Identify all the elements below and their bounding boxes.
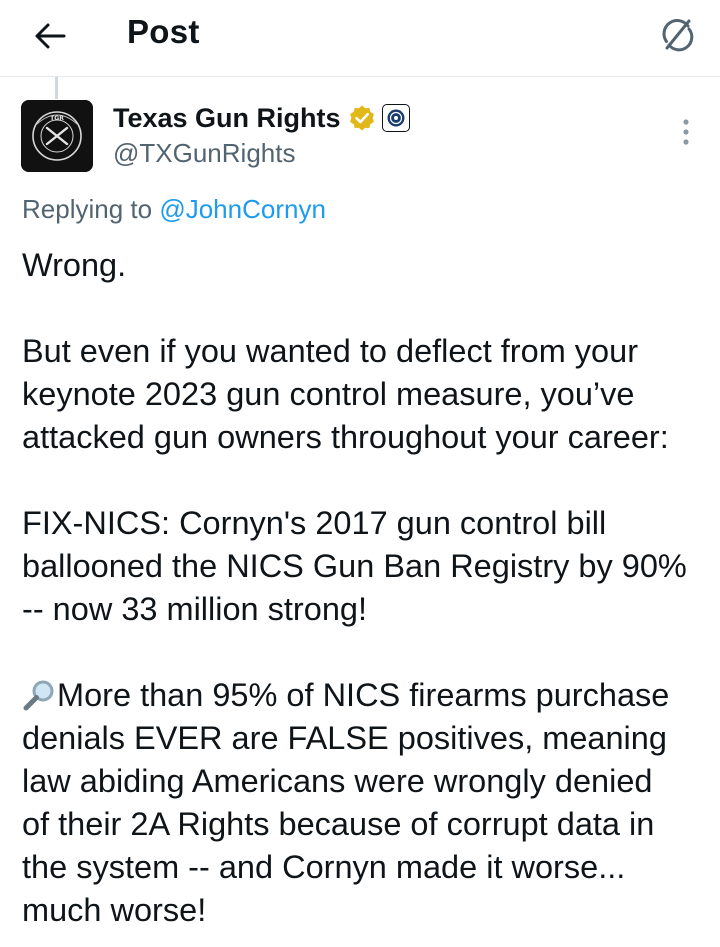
thread-connector-line bbox=[55, 77, 58, 99]
post-line: -- now 33 million strong! bbox=[22, 591, 367, 627]
arrow-left-icon bbox=[35, 23, 66, 49]
post-line: the system -- and Cornyn made it worse..… bbox=[22, 849, 626, 885]
back-button[interactable] bbox=[26, 12, 74, 60]
post-line: much worse! bbox=[22, 892, 207, 928]
author-handle[interactable]: @TXGunRights bbox=[113, 136, 295, 170]
gold-verified-badge-icon bbox=[350, 105, 374, 131]
grok-icon bbox=[662, 19, 694, 52]
svg-text:TGR: TGR bbox=[50, 115, 64, 122]
avatar[interactable]: TGR bbox=[21, 100, 93, 172]
more-options-button[interactable] bbox=[666, 110, 706, 154]
texas-gun-rights-logo: TGR bbox=[21, 100, 93, 172]
post-detail-screen: Post TGR Texas Gun Rights @TXGunRights R… bbox=[0, 0, 720, 947]
post-line: ballooned the NICS Gun Ban Registry by 9… bbox=[22, 548, 687, 584]
replying-to-label: Replying to bbox=[22, 194, 153, 224]
post-line: law abiding Americans were wrongly denie… bbox=[22, 763, 653, 799]
magnifying-glass-emoji bbox=[23, 680, 54, 711]
post-line: But even if you wanted to deflect from y… bbox=[22, 333, 639, 369]
more-vertical-icon bbox=[683, 119, 689, 145]
post-line: denials EVER are FALSE positives, meanin… bbox=[22, 720, 667, 756]
grok-button[interactable] bbox=[652, 10, 702, 60]
post-line: FIX-NICS: Cornyn's 2017 gun control bill bbox=[22, 505, 607, 541]
post-text: Wrong. But even if you wanted to deflect… bbox=[22, 244, 712, 932]
post-line: keynote 2023 gun control measure, you’ve bbox=[22, 376, 635, 412]
affiliate-seal-icon bbox=[387, 109, 405, 127]
author-name[interactable]: Texas Gun Rights bbox=[113, 100, 341, 136]
post-paragraph-1: Wrong. bbox=[22, 247, 127, 283]
post-line: More than 95% of NICS firearms purchase bbox=[57, 677, 670, 713]
reply-mention-link[interactable]: @JohnCornyn bbox=[159, 194, 326, 224]
page-title: Post bbox=[127, 13, 200, 50]
replying-to-line: Replying to @JohnCornyn bbox=[22, 192, 326, 226]
post-line-with-emoji: More than 95% of NICS firearms purchase bbox=[22, 674, 712, 717]
top-bar: Post bbox=[0, 0, 720, 77]
affiliate-badge-icon[interactable] bbox=[382, 104, 410, 132]
post-line: attacked gun owners throughout your care… bbox=[22, 419, 669, 455]
post-line: of their 2A Rights because of corrupt da… bbox=[22, 806, 655, 842]
